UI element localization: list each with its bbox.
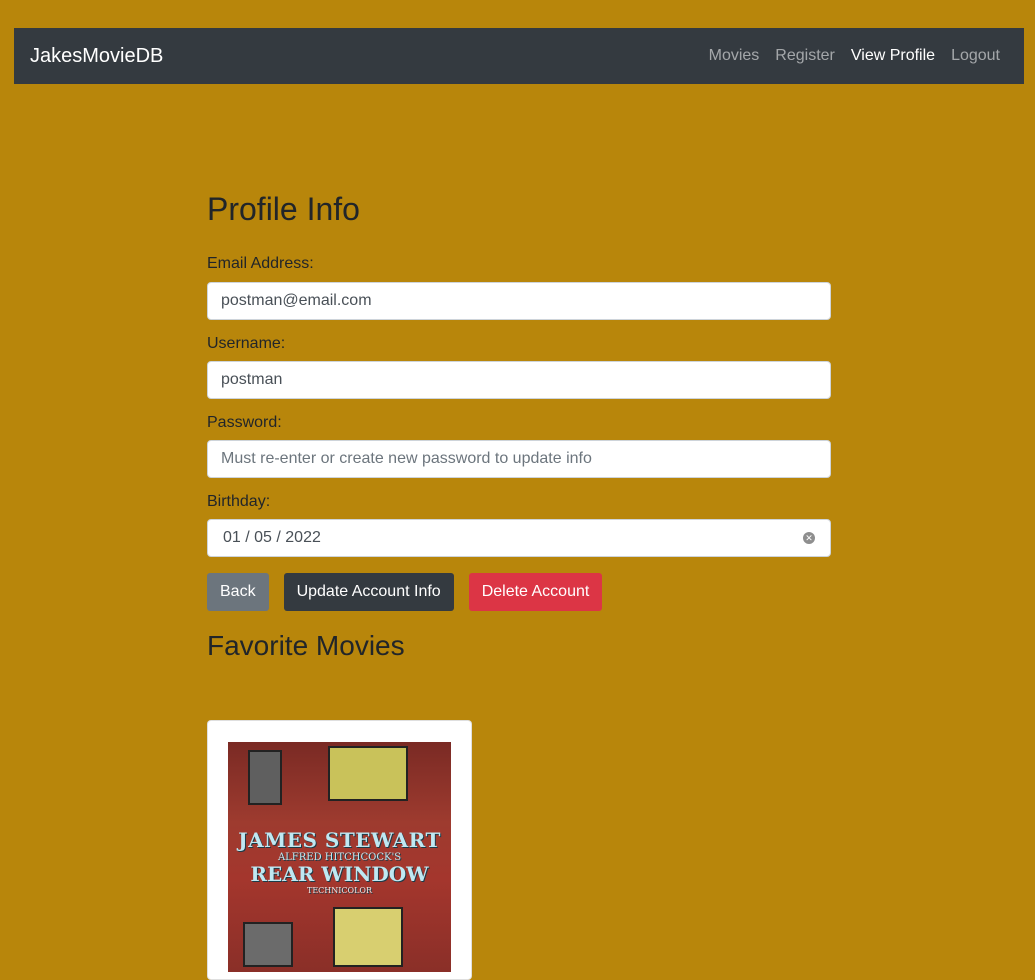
poster-actor-text: JAMES STEWART <box>238 828 441 852</box>
poster-window <box>248 750 282 805</box>
brand-link[interactable]: JakesMovieDB <box>30 45 163 68</box>
poster-color-text: TECHNICOLOR <box>306 886 372 895</box>
email-field[interactable] <box>207 281 831 320</box>
action-buttons: Back Update Account Info Delete Account <box>207 573 831 612</box>
username-label: Username: <box>207 334 286 352</box>
clear-icon[interactable]: ✕ <box>803 532 815 545</box>
poster-window <box>243 922 293 967</box>
email-group: Email Address: <box>207 254 831 320</box>
nav-link-logout[interactable]: Logout <box>951 47 1000 65</box>
page-title: Profile Info <box>207 191 360 227</box>
movie-card[interactable]: JAMES STEWART ALFRED HITCHCOCK'S REAR WI… <box>207 720 472 980</box>
navbar: JakesMovieDB Movies Register View Profil… <box>14 28 1024 84</box>
poster-window <box>333 907 403 967</box>
birthday-label: Birthday: <box>207 492 271 510</box>
update-account-button[interactable]: Update Account Info <box>283 573 454 612</box>
birthday-field[interactable]: 01 / 05 / 2022 ✕ <box>207 519 831 558</box>
password-field[interactable] <box>207 439 831 478</box>
username-field[interactable] <box>207 360 831 399</box>
username-group: Username: <box>207 334 831 399</box>
birthday-value: 01 / 05 / 2022 <box>223 529 321 547</box>
poster-window <box>328 746 408 801</box>
delete-account-button[interactable]: Delete Account <box>468 573 603 612</box>
nav-link-movies[interactable]: Movies <box>709 47 760 65</box>
favorite-movies-title: Favorite Movies <box>207 630 405 662</box>
nav-links: Movies Register View Profile Logout <box>709 47 1008 65</box>
poster-title-text: REAR WINDOW <box>250 862 429 886</box>
profile-container: Profile Info Email Address: Username: Pa… <box>207 190 831 663</box>
nav-link-register[interactable]: Register <box>775 47 835 65</box>
password-label: Password: <box>207 413 282 431</box>
back-button[interactable]: Back <box>207 573 269 612</box>
nav-link-view-profile[interactable]: View Profile <box>851 47 935 65</box>
password-group: Password: <box>207 413 831 478</box>
email-label: Email Address: <box>207 255 314 273</box>
birthday-group: Birthday: 01 / 05 / 2022 ✕ <box>207 492 831 558</box>
movie-poster[interactable]: JAMES STEWART ALFRED HITCHCOCK'S REAR WI… <box>228 742 451 972</box>
